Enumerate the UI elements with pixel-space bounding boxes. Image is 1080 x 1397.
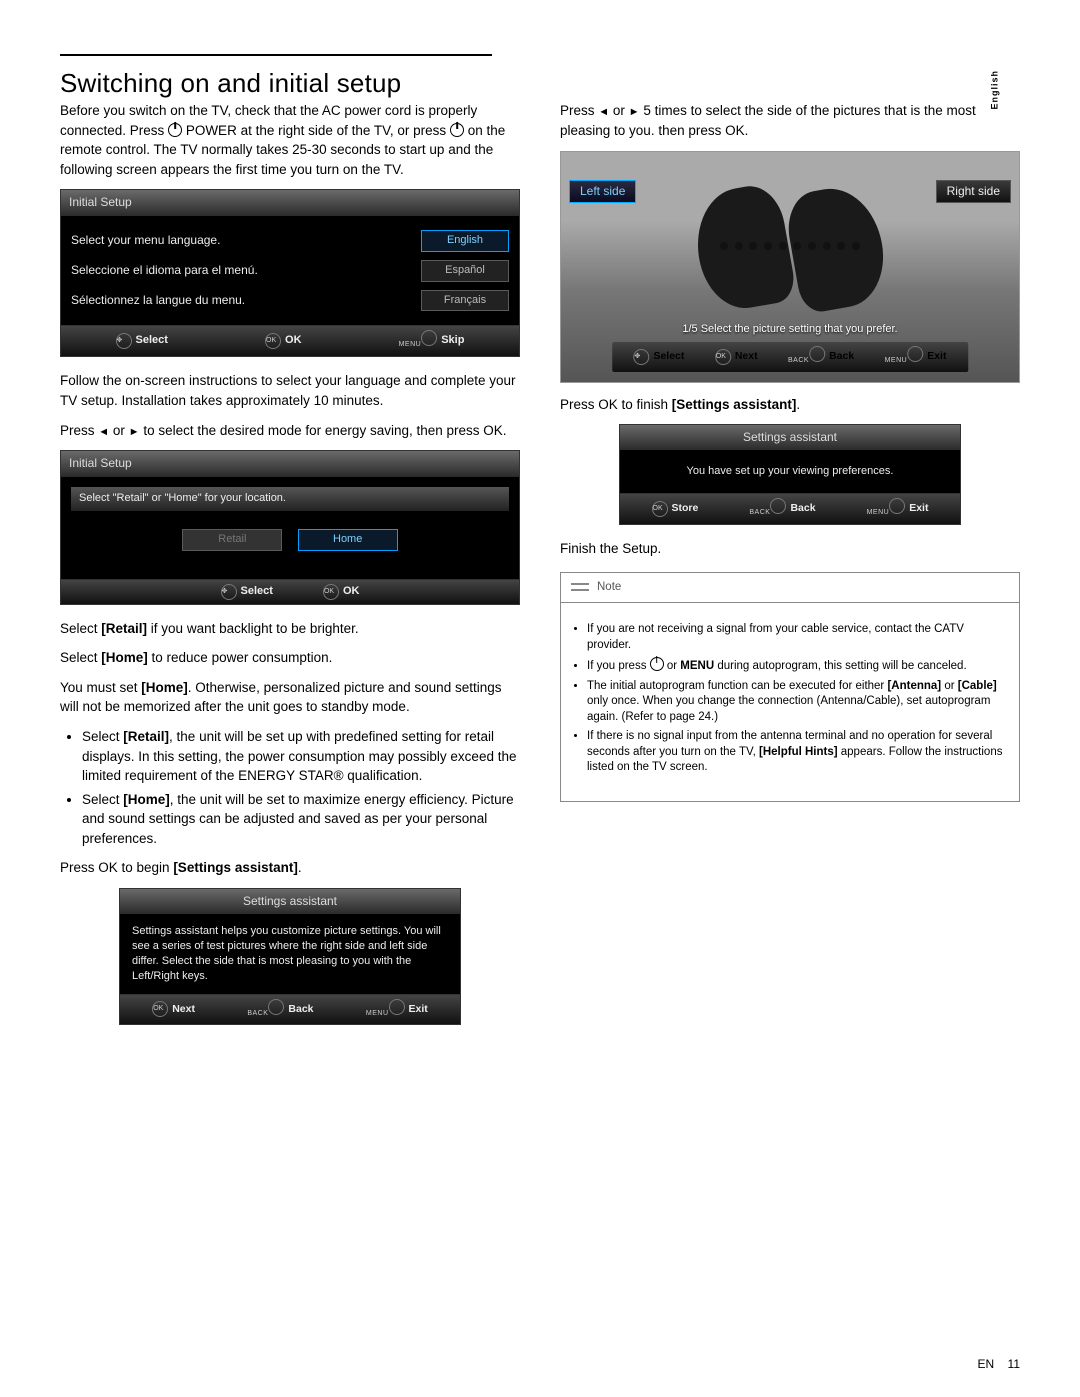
foot-ok: OK <box>343 584 360 600</box>
picture-preview: Left side Right side 1/5 Select the pict… <box>560 151 1020 383</box>
location-home-button[interactable]: Home <box>298 529 398 551</box>
note-item: If there is no signal input from the ant… <box>587 729 1005 776</box>
osd-initial-setup-language: Initial Setup Select your menu language.… <box>60 189 520 357</box>
osd-title: Initial Setup <box>61 451 519 476</box>
press-finish-text: Press OK to finish [Settings assistant]. <box>560 395 1020 415</box>
dpad-icon: ✥ <box>633 349 649 365</box>
press-begin-text: Press OK to begin [Settings assistant]. <box>60 858 520 878</box>
dpad-icon: ✥ <box>221 584 237 600</box>
foot-next: Next <box>735 349 758 364</box>
foot-select: Select <box>241 584 273 600</box>
intro-text: Before you switch on the TV, check that … <box>60 101 520 179</box>
foot-exit: Exit <box>409 1002 428 1017</box>
back-icon <box>809 346 825 362</box>
osd-settings-assistant-intro: Settings assistant Settings assistant he… <box>119 888 461 1025</box>
ok-icon: OK <box>265 333 281 349</box>
osd-row: Sélectionnez la langue du menu. Français <box>71 286 509 316</box>
note-label: Note <box>597 579 621 596</box>
foot-skip: Skip <box>441 333 464 349</box>
osd-footer: OKStore BACKBack MENUExit <box>620 493 960 523</box>
assistant-intro-text: Settings assistant helps you customize p… <box>130 920 450 987</box>
foot-select: Select <box>653 349 684 364</box>
language-option-english[interactable]: English <box>421 230 509 252</box>
back-icon <box>268 999 284 1015</box>
note-box: Note If you are not receiving a signal f… <box>560 572 1020 802</box>
osd-body: Select your menu language. English Selec… <box>61 216 519 326</box>
note-icon <box>571 580 589 594</box>
foot-exit: Exit <box>909 501 928 516</box>
picture-banner: 1/5 Select the picture setting that you … <box>682 322 897 338</box>
dpad-icon: ✥ <box>116 333 132 349</box>
footer-page: 11 <box>1008 1357 1020 1371</box>
left-arrow-icon: ◄ <box>598 106 609 118</box>
note-item: The initial autoprogram function can be … <box>587 679 1005 726</box>
osd-label: Sélectionnez la langue du menu. <box>71 292 245 309</box>
after-osd1-text: Follow the on-screen instructions to sel… <box>60 371 520 410</box>
foot-back: Back <box>829 349 854 364</box>
language-tab: English <box>990 70 1000 110</box>
osd-settings-assistant-done: Settings assistant You have set up your … <box>619 424 961 524</box>
back-icon <box>770 498 786 514</box>
osd-label: Select your menu language. <box>71 232 220 249</box>
menu-tiny-label: MENU <box>399 340 422 350</box>
finish-setup-text: Finish the Setup. <box>560 539 1020 559</box>
foot-back: Back <box>288 1002 313 1017</box>
power-icon <box>650 657 664 671</box>
osd-initial-setup-location: Initial Setup Select "Retail" or "Home" … <box>60 450 520 604</box>
osd-prompt: Select "Retail" or "Home" for your locat… <box>71 487 509 511</box>
assistant-done-text: You have set up your viewing preferences… <box>630 460 950 483</box>
note-item: If you are not receiving a signal from y… <box>587 622 1005 653</box>
osd-footer: ✥Select OKNext BACKBack MENUExit <box>612 342 968 371</box>
osd-row: Seleccione el idioma para el menú. Españ… <box>71 256 509 286</box>
osd-body: Select "Retail" or "Home" for your locat… <box>61 477 519 579</box>
foot-store: Store <box>672 501 699 516</box>
foot-back: Back <box>790 501 815 516</box>
foot-ok: OK <box>285 333 302 349</box>
footer-lang: EN <box>978 1357 995 1371</box>
page-heading: Switching on and initial setup <box>60 68 1020 99</box>
page-footer: EN 11 <box>978 1357 1020 1371</box>
power-icon <box>168 123 182 137</box>
foot-select: Select <box>136 333 168 349</box>
language-option-espanol[interactable]: Español <box>421 260 509 282</box>
menu-icon <box>389 999 405 1015</box>
press-sides-text: Press ◄ or ► 5 times to select the side … <box>560 101 1020 141</box>
foot-exit: Exit <box>927 349 946 364</box>
osd-title: Settings assistant <box>620 425 960 450</box>
note-list: If you are not receiving a signal from y… <box>561 614 1019 790</box>
heading-rule <box>60 54 492 56</box>
menu-icon <box>889 498 905 514</box>
osd-row: Select your menu language. English <box>71 226 509 256</box>
location-retail-button[interactable]: Retail <box>182 529 282 551</box>
ok-icon: OK <box>323 584 339 600</box>
menu-icon <box>907 346 923 362</box>
retail-note: Select [Retail] if you want backlight to… <box>60 619 520 639</box>
osd-title: Settings assistant <box>120 889 460 914</box>
left-arrow-icon: ◄ <box>98 426 109 438</box>
left-side-button[interactable]: Left side <box>569 180 636 203</box>
ok-icon: OK <box>715 349 731 365</box>
right-arrow-icon: ► <box>129 426 140 438</box>
language-option-francais[interactable]: Français <box>421 290 509 312</box>
ok-icon: OK <box>152 1001 168 1017</box>
home-note: Select [Home] to reduce power consumptio… <box>60 648 520 668</box>
press-mode-text: Press ◄ or ► to select the desired mode … <box>60 421 520 441</box>
osd-footer: ✥Select OKOK <box>61 579 519 604</box>
must-home-note: You must set [Home]. Otherwise, personal… <box>60 678 520 717</box>
menu-icon <box>421 330 437 346</box>
location-bullets: Select [Retail], the unit will be set up… <box>60 727 520 848</box>
right-arrow-icon: ► <box>629 106 640 118</box>
osd-footer: ✥Select OKOK MENU Skip <box>61 325 519 356</box>
osd-label: Seleccione el idioma para el menú. <box>71 262 258 279</box>
ok-icon: OK <box>652 501 668 517</box>
foot-next: Next <box>172 1002 195 1017</box>
osd-title: Initial Setup <box>61 190 519 215</box>
osd-footer: OKNext BACKBack MENUExit <box>120 994 460 1024</box>
note-item: If you press or MENU during autoprogram,… <box>587 657 1005 675</box>
power-icon <box>450 123 464 137</box>
right-side-button[interactable]: Right side <box>936 180 1011 203</box>
